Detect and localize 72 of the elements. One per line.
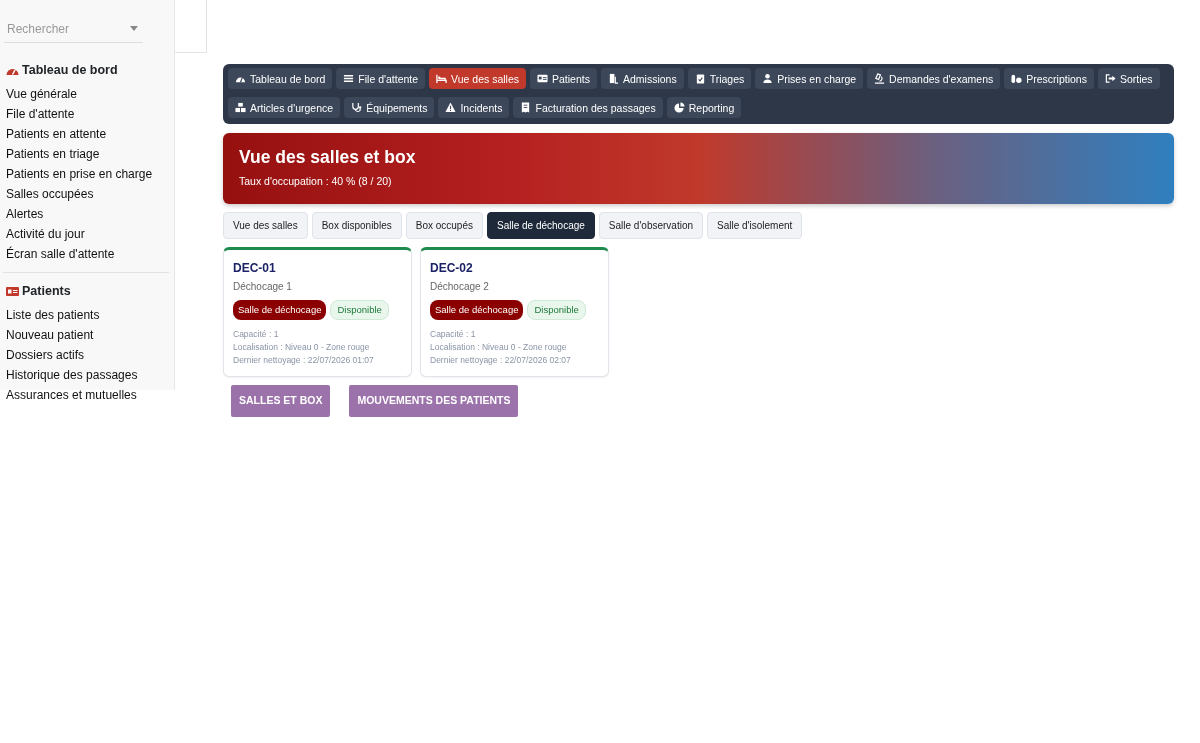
microscope-icon	[874, 73, 886, 84]
room-name: Déchocage 1	[233, 279, 293, 294]
room-type-tag: Salle de déchocage	[430, 299, 524, 320]
id-card-icon	[6, 285, 19, 297]
nav-tab[interactable]: Triages	[687, 68, 752, 89]
room-code: DEC-02	[430, 259, 474, 277]
section-title: Tableau de bord	[22, 62, 118, 79]
filter-tab[interactable]: Vue des salles	[223, 211, 308, 239]
sidebar-link[interactable]: Historique des passages	[0, 364, 174, 385]
bed-icon	[436, 73, 448, 84]
section-title: Patients	[22, 282, 71, 300]
filter-tab[interactable]: Salle d'isolement	[707, 211, 803, 239]
list-icon	[343, 73, 355, 84]
sidebar-link[interactable]: Écran salle d'attente	[0, 243, 174, 264]
filter-tab[interactable]: Box occupés	[405, 211, 483, 239]
nav-tab[interactable]: Facturation des passages	[513, 97, 663, 118]
user-icon	[762, 73, 774, 84]
stethoscope-icon	[351, 102, 363, 113]
boxes-icon	[235, 102, 246, 113]
sidebar-link[interactable]: Alertes	[0, 203, 174, 224]
nav-tab[interactable]: Sorties	[1097, 68, 1160, 89]
cleaning-date: Dernier nettoyage : 22/07/2026 01:07	[233, 354, 375, 367]
sidebar-link[interactable]: Activité du jour	[0, 223, 174, 244]
clipboard-check-icon	[694, 73, 706, 84]
capacity-text: Capacité : 1	[430, 328, 477, 341]
pie-chart-icon	[673, 102, 685, 113]
location-text: Localisation : Niveau 0 - Zone rouge	[430, 341, 568, 354]
status-tag: Disponible	[527, 299, 586, 320]
sidebar-link[interactable]: Patients en prise en charge	[0, 163, 174, 184]
room-name: Déchocage 2	[430, 279, 490, 294]
nav-tab[interactable]: Incidents	[438, 97, 510, 118]
search-field[interactable]: Rechercher	[4, 16, 143, 43]
sidebar-link[interactable]: Patients en attente	[0, 123, 174, 144]
nav-tab[interactable]: Admissions	[600, 68, 684, 89]
door-icon	[607, 73, 619, 84]
sidebar-link[interactable]: Patients en triage	[0, 143, 174, 164]
nav-tab[interactable]: Prescriptions	[1004, 68, 1094, 89]
occupancy-rate: Taux d'occupation : 40 % (8 / 20)	[239, 174, 393, 189]
capacity-text: Capacité : 1	[233, 328, 280, 341]
page-title: Vue des salles et box	[239, 147, 417, 168]
room-type-tag: Salle de déchocage	[233, 299, 327, 320]
sidebar-link[interactable]: Dossiers actifs	[0, 344, 174, 365]
nav-tab[interactable]: Articles d'urgence	[228, 97, 341, 118]
room-code: DEC-01	[233, 259, 277, 277]
id-card-icon	[537, 73, 548, 84]
nav-tab[interactable]: Prises en charge	[755, 68, 864, 89]
action-button[interactable]: SALLES ET BOX	[231, 385, 331, 417]
nav-tab[interactable]: Tableau de bord	[228, 68, 333, 89]
sidebar-link[interactable]: File d'attente	[0, 103, 174, 124]
receipt-icon	[520, 102, 532, 113]
nav-tab[interactable]: Reporting	[666, 97, 742, 118]
caret-icon[interactable]	[130, 26, 138, 31]
cleaning-date: Dernier nettoyage : 22/07/2026 02:07	[430, 354, 572, 367]
status-tag: Disponible	[330, 299, 389, 320]
action-button[interactable]: MOUVEMENTS DES PATIENTS	[349, 385, 519, 417]
filter-tab[interactable]: Salle d'observation	[598, 211, 704, 239]
warning-icon	[445, 102, 457, 113]
sidebar-link[interactable]: Liste des patients	[0, 304, 174, 325]
pills-icon	[1011, 73, 1023, 84]
sidebar-link[interactable]: Salles occupées	[0, 183, 174, 204]
nav-tab[interactable]: Vue des salles	[429, 68, 526, 89]
nav-tab[interactable]: Demandes d'examens	[867, 68, 1001, 89]
location-text: Localisation : Niveau 0 - Zone rouge	[233, 341, 371, 354]
filter-tab[interactable]: Salle de déchocage	[487, 211, 595, 239]
nav-tab[interactable]: File d'attente	[336, 68, 426, 89]
filter-tab[interactable]: Box disponibles	[311, 211, 402, 239]
nav-tab[interactable]: Patients	[530, 68, 597, 89]
nav-tab[interactable]: Équipements	[344, 97, 435, 118]
sidebar-link[interactable]: Vue générale	[0, 83, 174, 104]
sidebar-link[interactable]: Assurances et mutuelles	[0, 384, 174, 405]
sidebar-link[interactable]: Nouveau patient	[0, 324, 174, 345]
exit-icon	[1104, 73, 1116, 84]
